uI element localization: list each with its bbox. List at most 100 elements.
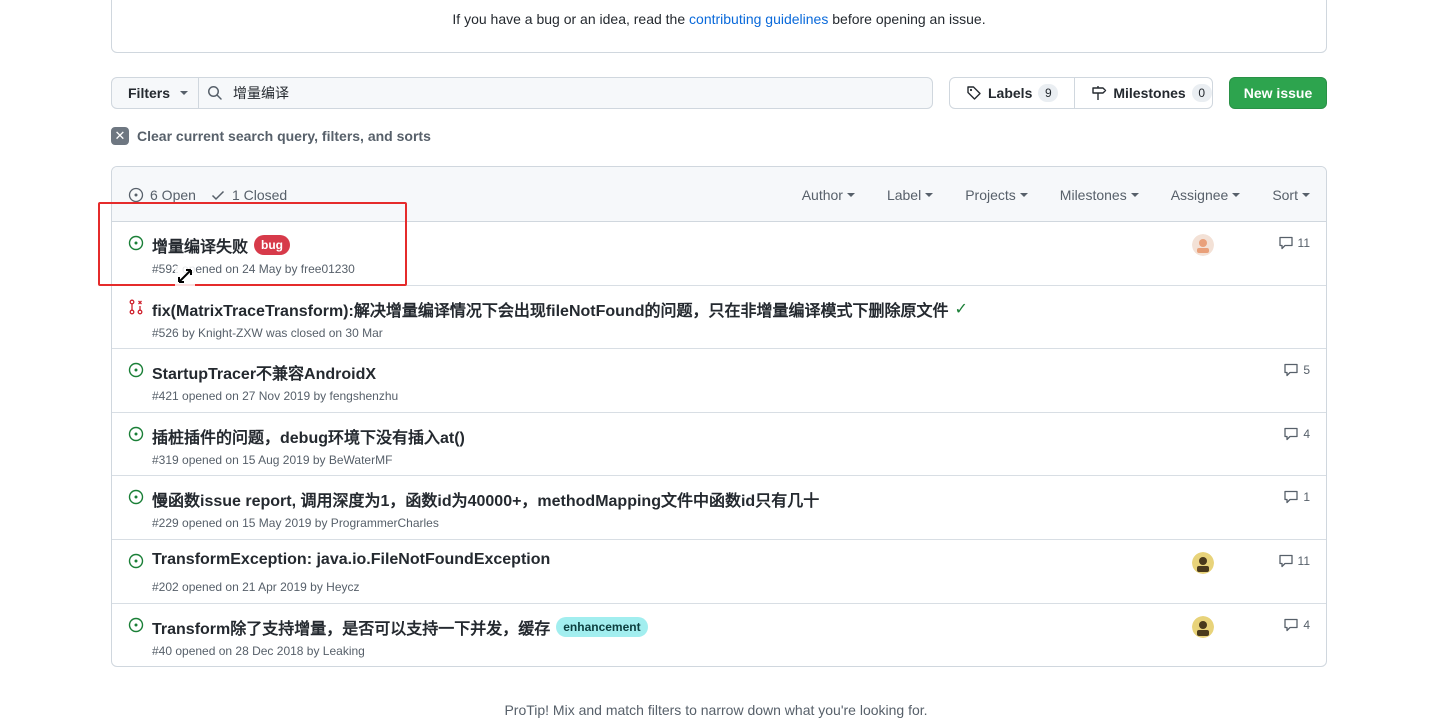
close-icon: ✕ bbox=[111, 127, 129, 145]
labels-button[interactable]: Labels 9 bbox=[950, 78, 1074, 108]
milestones-counter: 0 bbox=[1191, 84, 1212, 102]
issue-row: 慢函数issue report, 调用深度为1，函数id为40000+，meth… bbox=[112, 476, 1326, 540]
issue-search-box[interactable] bbox=[198, 77, 933, 109]
label-filter-label: Label bbox=[886, 187, 922, 203]
comment-icon bbox=[1284, 618, 1298, 631]
comment-icon bbox=[1284, 491, 1298, 504]
label-filter[interactable]: Label bbox=[886, 187, 934, 203]
comments-link[interactable]: 1 bbox=[1283, 489, 1310, 505]
chevron-down-icon bbox=[1130, 193, 1139, 197]
issue-rows: 增量编译失败 bug #592 opened on 24 May by free… bbox=[112, 222, 1326, 666]
comments-link[interactable]: 5 bbox=[1283, 362, 1310, 378]
chevron-down-icon bbox=[180, 91, 189, 95]
issue-row: 增量编译失败 bug #592 opened on 24 May by free… bbox=[112, 222, 1326, 286]
issue-open-icon bbox=[128, 490, 144, 505]
filters-dropdown-button[interactable]: Filters bbox=[111, 77, 199, 109]
comment-count: 11 bbox=[1297, 553, 1310, 568]
issue-meta: #229 opened on 15 May 2019 by Programmer… bbox=[152, 516, 439, 531]
issue-open-icon bbox=[128, 235, 144, 251]
label-badge-bug[interactable]: bug bbox=[254, 235, 291, 255]
issue-title-link[interactable]: Transform除了支持增量，是否可以支持一下并发，缓存 bbox=[152, 615, 550, 639]
issue-open-icon bbox=[128, 187, 144, 203]
issue-open-icon bbox=[128, 426, 144, 441]
assignee-avatar[interactable] bbox=[1192, 234, 1214, 256]
closed-count-label: 1 Closed bbox=[231, 187, 288, 203]
closed-issues-tab[interactable]: 1 Closed bbox=[210, 187, 287, 203]
comments-link[interactable]: 4 bbox=[1283, 426, 1310, 442]
assignee-avatar[interactable] bbox=[1192, 615, 1214, 638]
issue-open-icon bbox=[128, 553, 144, 569]
author-filter[interactable]: Author bbox=[802, 187, 855, 203]
clear-filters-text: Clear current search query, filters, and… bbox=[137, 128, 431, 144]
open-count-label: 6 Open bbox=[150, 187, 196, 203]
comments-link[interactable]: 4 bbox=[1283, 617, 1310, 633]
comments-link[interactable]: 11 bbox=[1278, 235, 1310, 251]
tag-icon bbox=[967, 86, 981, 100]
issue-row: Transform除了支持增量，是否可以支持一下并发，缓存 enhancemen… bbox=[112, 604, 1326, 666]
projects-filter[interactable]: Projects bbox=[965, 187, 1028, 203]
search-input[interactable] bbox=[231, 84, 911, 102]
issue-title-link[interactable]: StartupTracer不兼容AndroidX bbox=[152, 360, 376, 384]
filters-label: Filters bbox=[128, 85, 171, 101]
label-badge-enhancement[interactable]: enhancement bbox=[556, 616, 648, 637]
issues-list-box: 6 Open 1 Closed Author Label Projects Mi… bbox=[111, 166, 1327, 667]
issue-title-link[interactable]: fix(MatrixTraceTransform):解决增量编译情况下会出现fi… bbox=[152, 297, 948, 321]
check-icon bbox=[211, 190, 224, 201]
notice-suffix: before opening an issue. bbox=[832, 11, 986, 27]
issues-list-header: 6 Open 1 Closed Author Label Projects Mi… bbox=[112, 167, 1326, 222]
clear-filters-link[interactable]: ✕ Clear current search query, filters, a… bbox=[111, 127, 431, 145]
milestone-icon bbox=[1092, 86, 1107, 100]
issue-meta: #40 opened on 28 Dec 2018 by Leaking bbox=[152, 643, 365, 658]
issue-state-tabs: 6 Open 1 Closed bbox=[128, 187, 287, 203]
search-icon bbox=[208, 86, 222, 100]
chevron-down-icon bbox=[1232, 193, 1241, 197]
issue-meta: #526 by Knight-ZXW was closed on 30 Mar bbox=[152, 325, 383, 340]
protip-text: ProTip! Mix and match filters to narrow … bbox=[504, 702, 928, 718]
author-filter-label: Author bbox=[801, 187, 843, 203]
comment-count: 1 bbox=[1303, 490, 1310, 505]
comment-count: 5 bbox=[1303, 363, 1310, 378]
new-issue-button[interactable]: New issue bbox=[1229, 77, 1327, 109]
assignee-filter[interactable]: Assignee bbox=[1171, 187, 1241, 203]
issue-title-link[interactable]: 慢函数issue report, 调用深度为1，函数id为40000+，meth… bbox=[152, 487, 819, 511]
notice-prefix: If you have a bug or an idea, read the bbox=[452, 11, 686, 27]
comment-icon bbox=[1284, 427, 1298, 440]
issue-open-icon bbox=[128, 362, 144, 378]
labels-milestones-group: Labels 9 Milestones 0 bbox=[949, 77, 1213, 109]
milestones-filter[interactable]: Milestones bbox=[1060, 187, 1139, 203]
issue-title-link[interactable]: 插桩插件的问题，debug环境下没有插入at() bbox=[152, 424, 465, 448]
comment-icon bbox=[1284, 364, 1298, 377]
milestones-button[interactable]: Milestones 0 bbox=[1074, 78, 1227, 108]
comment-icon bbox=[1278, 554, 1293, 568]
comment-icon bbox=[1278, 236, 1293, 250]
comment-count: 4 bbox=[1303, 426, 1310, 441]
contributing-notice: If you have a bug or an idea, read the c… bbox=[111, 0, 1327, 53]
issue-row: 插桩插件的问题，debug环境下没有插入at() #319 opened on … bbox=[112, 413, 1326, 477]
comments-link[interactable]: 11 bbox=[1278, 553, 1310, 569]
issue-row: StartupTracer不兼容AndroidX #421 opened on … bbox=[112, 349, 1326, 413]
assignee-filter-label: Assignee bbox=[1170, 187, 1229, 203]
projects-filter-label: Projects bbox=[965, 187, 1016, 203]
issue-row: fix(MatrixTraceTransform):解决增量编译情况下会出现fi… bbox=[112, 286, 1326, 350]
issue-open-icon bbox=[128, 617, 144, 632]
milestones-label: Milestones bbox=[1113, 85, 1186, 101]
issue-title-link[interactable]: TransformException: java.io.FileNotFound… bbox=[152, 551, 550, 569]
resize-cursor-icon bbox=[175, 266, 195, 286]
chevron-down-icon bbox=[925, 193, 934, 197]
assignee-avatar[interactable] bbox=[1192, 551, 1214, 574]
issue-meta: #421 opened on 27 Nov 2019 by fengshenzh… bbox=[152, 389, 399, 404]
issue-filter-dropdowns: Author Label Projects Milestones Assigne… bbox=[802, 187, 1310, 203]
comment-count: 4 bbox=[1303, 617, 1310, 632]
sort-filter[interactable]: Sort bbox=[1272, 187, 1310, 203]
chevron-down-icon bbox=[1302, 193, 1310, 197]
milestones-filter-label: Milestones bbox=[1059, 187, 1127, 203]
issue-meta: #202 opened on 21 Apr 2019 by Heycz bbox=[152, 579, 360, 594]
comment-count: 11 bbox=[1297, 236, 1310, 250]
pull-request-closed-icon bbox=[129, 299, 143, 315]
issue-title-link[interactable]: 增量编译失败 bbox=[152, 233, 248, 257]
open-issues-tab[interactable]: 6 Open bbox=[128, 187, 196, 203]
sort-filter-label: Sort bbox=[1272, 187, 1298, 203]
chevron-down-icon bbox=[846, 193, 855, 197]
contributing-guidelines-link[interactable]: contributing guidelines bbox=[689, 11, 828, 27]
labels-label: Labels bbox=[988, 85, 1033, 101]
